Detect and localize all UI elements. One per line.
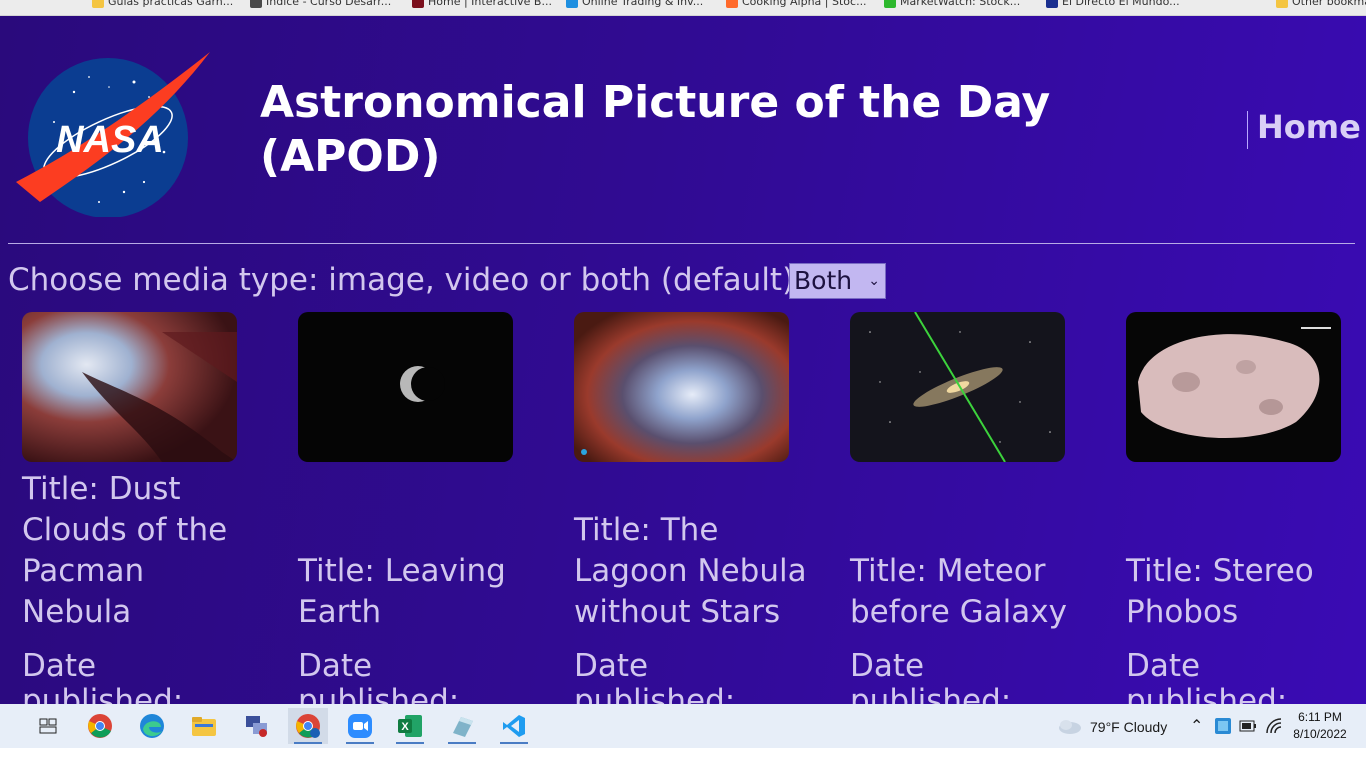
chrome-taskbar-button[interactable] <box>80 708 120 744</box>
card-title: Title: Stereo Phobos <box>1126 553 1314 630</box>
chrome-icon <box>88 714 112 738</box>
edge-icon <box>140 714 164 738</box>
apod-thumbnail[interactable] <box>850 312 1065 462</box>
page-title: Astronomical Picture of the Day (APOD) <box>260 77 1051 182</box>
chevron-down-icon: ⌄ <box>868 273 880 289</box>
screen-bottom-area <box>0 748 1366 768</box>
bookmark-icon <box>726 0 738 8</box>
apod-page: NASA Astronomical Picture of the Day (AP… <box>0 16 1366 704</box>
bookmark-icon <box>884 0 896 8</box>
wifi-icon[interactable] <box>1265 717 1283 735</box>
zoom-icon <box>348 714 372 738</box>
vscode-taskbar-button[interactable] <box>494 708 534 744</box>
chrome-profile-taskbar-button[interactable] <box>288 708 328 744</box>
bookmark-item[interactable]: MarketWatch: Stock... <box>884 0 1020 8</box>
cloud-icon <box>1059 720 1081 734</box>
card-date-label: Date published: <box>574 648 736 705</box>
media-type-select[interactable]: Both ⌄ <box>789 263 886 299</box>
defender-icon[interactable] <box>1214 717 1232 735</box>
apod-thumbnail[interactable] <box>574 312 789 462</box>
chevron-up-icon[interactable]: ⌃ <box>1190 716 1203 736</box>
bookmark-item[interactable]: Other bookmarks <box>1276 0 1366 8</box>
battery-icon[interactable] <box>1239 719 1257 733</box>
weather-widget[interactable]: 79°F Cloudy <box>1090 719 1167 735</box>
card-date-label: Date published: <box>22 648 184 705</box>
card-title: Title: Meteor before Galaxy <box>850 553 1067 630</box>
apod-thumbnail[interactable] <box>1126 312 1341 462</box>
apod-card[interactable]: Title: Leaving Earth Date published: <box>298 312 514 704</box>
card-title: Title: Dust Clouds of the Pacman Nebula <box>22 471 228 630</box>
bookmark-item[interactable]: Guías prácticas Garn... <box>92 0 233 8</box>
running-indicator <box>396 742 424 744</box>
system-clock[interactable]: 6:11 PM 8/10/2022 <box>1290 709 1350 743</box>
apod-thumbnail[interactable] <box>22 312 237 462</box>
clock-date: 8/10/2022 <box>1293 727 1347 741</box>
tablet-app-icon <box>453 717 473 737</box>
folder-icon <box>1276 0 1288 8</box>
apod-card[interactable]: Title: The Lagoon Nebula without Stars D… <box>574 312 807 704</box>
nav-home-link[interactable]: Home <box>1257 108 1361 146</box>
tablet-app-taskbar-button[interactable] <box>442 708 482 744</box>
nasa-logo[interactable]: NASA <box>14 42 214 217</box>
running-indicator <box>448 742 476 744</box>
apod-card[interactable]: Title: Meteor before Galaxy Date publish… <box>850 312 1067 704</box>
network-app-icon <box>246 716 267 737</box>
vscode-icon <box>503 715 525 737</box>
bookmark-item[interactable]: Home | Interactive B... <box>412 0 552 8</box>
bookmark-item[interactable]: Online Trading & Inv... <box>566 0 703 8</box>
excel-taskbar-button[interactable]: X <box>390 708 430 744</box>
card-date-label: Date published: <box>1126 648 1288 705</box>
edge-taskbar-button[interactable] <box>132 708 172 744</box>
apod-card[interactable]: Title: Dust Clouds of the Pacman Nebula … <box>22 312 238 704</box>
file-explorer-taskbar-button[interactable] <box>184 708 224 744</box>
taskbar: X 79°F Cloudy ⌃ 6:11 PM 8/10/2022 <box>0 704 1366 748</box>
bookmark-item[interactable]: Índice - Curso Desarr... <box>250 0 391 8</box>
card-date-label: Date published: <box>298 648 460 705</box>
card-title: Title: The Lagoon Nebula without Stars <box>574 512 807 630</box>
task-view-button[interactable] <box>28 708 68 744</box>
folder-icon <box>192 717 216 736</box>
running-indicator <box>500 742 528 744</box>
apod-card[interactable]: Title: Stereo Phobos Date published: <box>1126 312 1342 704</box>
svg-text:X: X <box>401 721 409 733</box>
excel-icon: X <box>398 715 422 737</box>
bookmarks-bar: Guías prácticas Garn... Índice - Curso D… <box>0 0 1366 16</box>
logo-text: NASA <box>56 119 164 161</box>
bookmark-item[interactable]: Cooking Alpha | Stoc... <box>726 0 867 8</box>
header-divider <box>8 243 1355 244</box>
apod-thumbnail[interactable] <box>298 312 513 462</box>
bookmark-item[interactable]: El Directo El Mundo... <box>1046 0 1180 8</box>
bookmark-icon <box>412 0 424 8</box>
card-title: Title: Leaving Earth <box>298 553 506 630</box>
bookmark-icon <box>566 0 578 8</box>
zoom-taskbar-button[interactable] <box>340 708 380 744</box>
running-indicator <box>346 742 374 744</box>
card-date-label: Date published: <box>850 648 1012 705</box>
chrome-profile-icon <box>296 714 320 738</box>
network-app-taskbar-button[interactable] <box>236 708 276 744</box>
media-type-selected: Both <box>794 266 853 295</box>
active-indicator <box>294 742 322 744</box>
bookmark-icon <box>250 0 262 8</box>
bookmark-icon <box>1046 0 1058 8</box>
task-view-icon <box>39 718 57 734</box>
folder-icon <box>92 0 104 8</box>
clock-time: 6:11 PM <box>1298 710 1342 724</box>
nav-divider <box>1247 111 1248 149</box>
media-type-label: Choose media type: image, video or both … <box>8 262 795 298</box>
